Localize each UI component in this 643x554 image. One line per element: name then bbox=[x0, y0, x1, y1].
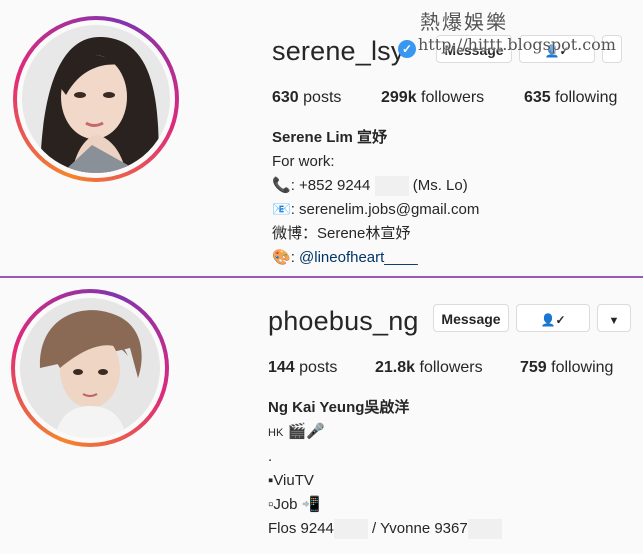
full-name: Serene Lim 宣妤 bbox=[272, 129, 388, 146]
following-count[interactable]: 635 following bbox=[524, 89, 617, 107]
bio-contacts-line: Flos 9244 / Yvonne 9367 bbox=[268, 517, 502, 541]
full-name: Ng Kai Yeung吳啟洋 bbox=[268, 399, 410, 416]
verified-badge-icon: ✓ bbox=[398, 40, 416, 58]
bio-mention-line: 🎨: @lineofheart____ bbox=[272, 249, 418, 266]
posts-count[interactable]: 630 posts bbox=[272, 89, 341, 107]
redacted-block bbox=[333, 519, 368, 540]
profile-avatar-ring[interactable] bbox=[11, 289, 169, 447]
following-dropdown-button[interactable]: 👤✓ bbox=[516, 304, 590, 332]
bio-line: For work: bbox=[272, 153, 335, 170]
profile-bio: Serene Lim 宣妤 For work: 📞: +852 9244 (Ms… bbox=[272, 126, 479, 270]
profile-username: phoebus_ng bbox=[268, 306, 419, 336]
redacted-block bbox=[374, 176, 409, 197]
phone-icon: 📲 bbox=[301, 496, 321, 513]
envelope-icon: 📧 bbox=[272, 201, 291, 218]
profile-bio: Ng Kai Yeung吳啟洋 HK 🎬🎤 . ▪ViuTV ▫Job 📲 Fl… bbox=[268, 396, 502, 541]
avatar-serene[interactable] bbox=[22, 25, 170, 173]
profile-username: serene_lsy bbox=[272, 36, 405, 66]
bio-email-line: 📧: serenelim.jobs@gmail.com bbox=[272, 201, 480, 218]
bio-phone-line: 📞: +852 9244 (Ms. Lo) bbox=[272, 174, 479, 198]
posts-count[interactable]: 144 posts bbox=[268, 359, 337, 377]
microphone-icon: 🎤 bbox=[306, 423, 325, 440]
redacted-block bbox=[467, 519, 502, 540]
bio-line: . bbox=[268, 448, 273, 465]
mention-link[interactable]: @lineofheart____ bbox=[299, 249, 418, 266]
following-count[interactable]: 759 following bbox=[520, 359, 613, 377]
followers-count[interactable]: 299k followers bbox=[381, 89, 484, 107]
user-check-icon: 👤✓ bbox=[540, 313, 566, 327]
watermark-url: http://hittt.blogspot.com bbox=[418, 35, 616, 54]
phone-icon: 📞 bbox=[272, 177, 291, 194]
watermark: 熱爆娛樂 http://hittt.blogspot.com bbox=[418, 6, 616, 54]
caret-down-icon: ▼ bbox=[608, 315, 620, 327]
bio-weibo-line: 微博：Serene林宣妤 bbox=[272, 225, 411, 242]
profile-header-phoebus: phoebus_ng Message 👤✓ ▼ 144 posts 21.8k … bbox=[0, 278, 643, 554]
clapperboard-icon: 🎬 bbox=[287, 423, 307, 440]
bio-line: HK 🎬🎤 bbox=[268, 423, 325, 440]
avatar-phoebus[interactable] bbox=[20, 298, 160, 438]
palette-icon: 🎨 bbox=[272, 249, 291, 266]
watermark-title: 熱爆娛樂 bbox=[420, 10, 508, 34]
bio-line: ▪ViuTV bbox=[268, 472, 314, 489]
profile-avatar-ring[interactable] bbox=[13, 16, 179, 182]
followers-count[interactable]: 21.8k followers bbox=[375, 359, 483, 377]
more-options-button[interactable]: ▼ bbox=[597, 304, 631, 332]
message-button[interactable]: Message bbox=[433, 304, 509, 332]
bio-line: ▫Job 📲 bbox=[268, 496, 321, 513]
